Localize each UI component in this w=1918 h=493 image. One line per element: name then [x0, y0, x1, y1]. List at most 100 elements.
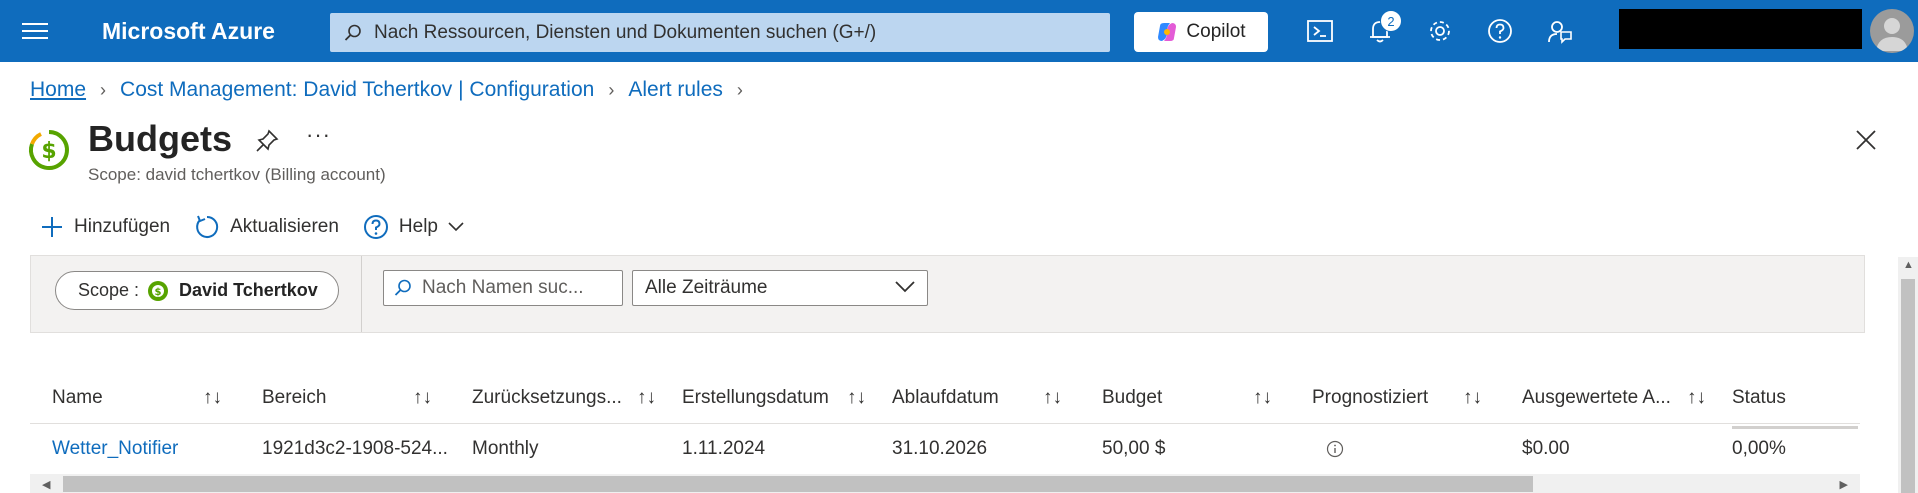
help-button-label: Help: [398, 216, 438, 237]
name-search-placeholder: Nach Namen suc...: [422, 277, 584, 298]
cell-reset: Monthly: [472, 438, 539, 459]
cell-expires: 31.10.2026: [892, 438, 988, 459]
cell-status: 0,00%: [1710, 426, 1860, 460]
period-dropdown[interactable]: Alle Zeiträume: [632, 270, 928, 306]
svg-text:$: $: [41, 139, 56, 164]
breadcrumb-home-link[interactable]: Home: [30, 78, 86, 102]
chevron-down-icon: [895, 281, 915, 293]
info-icon[interactable]: [1326, 440, 1344, 458]
avatar[interactable]: [1870, 9, 1914, 53]
sort-icon[interactable]: ↑↓: [847, 387, 866, 409]
column-header-label: Ablaufdatum: [892, 386, 999, 408]
page-subtitle: Scope: david tchertkov (Billing account): [88, 165, 386, 184]
sort-icon[interactable]: ↑↓: [1253, 387, 1272, 409]
copilot-button[interactable]: Copilot: [1134, 12, 1268, 52]
vertical-scroll-thumb[interactable]: [1901, 279, 1915, 493]
cell-forecast: [1290, 438, 1500, 460]
column-header-status[interactable]: Status: [1710, 387, 1860, 409]
search-icon: [394, 279, 411, 296]
column-header-label: Zurücksetzungs...: [472, 386, 622, 408]
column-header-budget[interactable]: Budget ↑↓: [1080, 387, 1290, 409]
column-header-label: Name: [52, 386, 103, 408]
column-header-name[interactable]: Name ↑↓: [30, 387, 240, 409]
search-placeholder: Nach Ressourcen, Diensten und Dokumenten…: [374, 21, 877, 43]
scroll-left-arrow-icon[interactable]: ◀: [42, 478, 50, 491]
settings-icon[interactable]: [1426, 17, 1454, 45]
cell-budget: 50,00 $: [1102, 438, 1166, 459]
menu-icon[interactable]: [22, 18, 48, 44]
horizontal-scroll-thumb[interactable]: [63, 476, 1533, 492]
sort-icon[interactable]: ↑↓: [1687, 387, 1706, 409]
add-button[interactable]: Hinzufügen: [40, 215, 170, 239]
chevron-right-icon: ›: [608, 79, 615, 100]
name-search-input[interactable]: Nach Namen suc...: [383, 270, 623, 306]
cell-name: Wetter_Notifier: [30, 438, 240, 460]
table-row[interactable]: Wetter_Notifier 1921d3c2-1908-524... Mon…: [30, 424, 1860, 474]
column-header-label: Prognostiziert: [1312, 386, 1429, 408]
column-header-label: Budget: [1102, 386, 1163, 408]
chevron-right-icon: ›: [736, 79, 743, 100]
page-title: Budgets: [88, 118, 232, 159]
horizontal-scrollbar[interactable]: ◀ ▶: [30, 474, 1860, 493]
cell-created: 1.11.2024: [682, 438, 766, 459]
scroll-right-arrow-icon[interactable]: ▶: [1840, 478, 1848, 491]
breadcrumb: Home › Cost Management: David Tchertkov …: [30, 78, 757, 102]
add-button-label: Hinzufügen: [74, 216, 171, 237]
cell-bereich: 1921d3c2-1908-524...: [262, 438, 448, 459]
copilot-label: Copilot: [1186, 21, 1246, 42]
breadcrumb-cost-management-link[interactable]: Cost Management: David Tchertkov | Confi…: [120, 78, 594, 102]
budgets-table: Name ↑↓ Bereich ↑↓ Zurücksetzungs... ↑↓ Ers…: [30, 372, 1860, 474]
column-header-forecast[interactable]: Prognostiziert ↑↓: [1290, 387, 1500, 409]
breadcrumb-alert-rules-link[interactable]: Alert rules: [628, 78, 723, 102]
notification-count-badge: 2: [1380, 10, 1402, 32]
sort-icon[interactable]: ↑↓: [637, 387, 656, 409]
help-circle-icon: [363, 215, 388, 239]
vertical-scrollbar[interactable]: ▲: [1898, 257, 1918, 493]
scroll-up-arrow-icon[interactable]: ▲: [1903, 259, 1914, 271]
column-header-label: Status: [1732, 386, 1786, 408]
column-header-expires[interactable]: Ablaufdatum ↑↓: [870, 387, 1080, 409]
account-name-redacted[interactable]: [1619, 9, 1862, 49]
pin-icon[interactable]: [254, 128, 280, 154]
help-icon[interactable]: [1486, 17, 1514, 45]
column-header-reset[interactable]: Zurücksetzungs... ↑↓: [450, 387, 660, 409]
sort-icon[interactable]: ↑↓: [413, 387, 432, 409]
table-header-row: Name ↑↓ Bereich ↑↓ Zurücksetzungs... ↑↓ Ers…: [30, 372, 1860, 424]
budget-scope-icon: $: [148, 280, 169, 301]
search-icon: [344, 24, 361, 41]
sort-icon[interactable]: ↑↓: [1463, 387, 1482, 409]
plus-icon: [42, 217, 62, 237]
close-icon[interactable]: [1854, 128, 1878, 152]
column-header-created[interactable]: Erstellungsdatum ↑↓: [660, 387, 870, 409]
column-header-bereich[interactable]: Bereich ↑↓: [240, 387, 450, 409]
more-options-button[interactable]: ···: [306, 122, 331, 148]
budget-icon: $: [28, 130, 69, 170]
sort-icon[interactable]: ↑↓: [1043, 387, 1062, 409]
help-menu-button[interactable]: Help: [363, 214, 464, 240]
scope-value: David Tchertkov: [179, 280, 318, 300]
user-avatar-icon: [1876, 18, 1908, 51]
top-navigation-bar: Microsoft Azure Nach Ressourcen, Dienste…: [0, 0, 1918, 62]
svg-text:$: $: [155, 287, 162, 298]
filter-panel: Scope : $ David Tchertkov Nach Namen suc…: [30, 255, 1865, 333]
scope-pill-button[interactable]: Scope : $ David Tchertkov: [55, 271, 339, 310]
refresh-icon: [196, 215, 219, 238]
global-search-input[interactable]: Nach Ressourcen, Diensten und Dokumenten…: [330, 13, 1110, 52]
feedback-icon[interactable]: [1546, 17, 1574, 45]
command-bar: Hinzufügen Aktualisieren Help: [40, 214, 488, 240]
period-dropdown-value: Alle Zeiträume: [645, 277, 768, 298]
brand-title[interactable]: Microsoft Azure: [102, 18, 275, 45]
refresh-button[interactable]: Aktualisieren: [194, 214, 339, 240]
chevron-down-icon: [448, 222, 464, 232]
column-header-evaluated[interactable]: Ausgewertete A... ↑↓: [1500, 387, 1710, 409]
filter-divider: [361, 256, 362, 332]
refresh-button-label: Aktualisieren: [230, 216, 339, 237]
column-header-label: Bereich: [262, 386, 327, 408]
sort-icon[interactable]: ↑↓: [203, 387, 222, 409]
column-header-label: Erstellungsdatum: [682, 386, 829, 408]
copilot-icon: [1158, 23, 1177, 41]
budget-name-link[interactable]: Wetter_Notifier: [52, 438, 178, 459]
cloud-shell-icon[interactable]: [1306, 17, 1334, 45]
scope-label: Scope :: [78, 280, 140, 300]
status-progress-bar: [1732, 426, 1858, 429]
